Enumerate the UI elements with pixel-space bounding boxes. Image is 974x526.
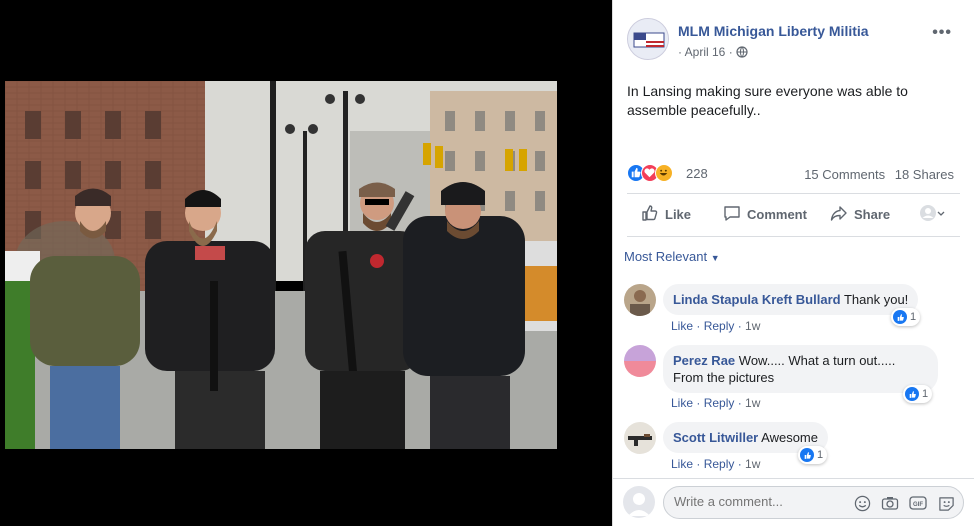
comment-time[interactable]: 1w bbox=[745, 396, 760, 410]
comment-item: Perez Rae Wow..... What a turn out..... … bbox=[624, 345, 964, 415]
like-icon bbox=[905, 387, 919, 401]
share-button[interactable]: Share bbox=[830, 204, 890, 225]
comment-like-badge[interactable]: 1 bbox=[891, 308, 921, 326]
user-avatar-small-icon bbox=[919, 204, 951, 225]
comment-bubble: Perez Rae Wow..... What a turn out..... … bbox=[663, 345, 938, 393]
commenter-avatar[interactable] bbox=[624, 284, 656, 316]
shares-count[interactable]: 18 Shares bbox=[895, 167, 954, 182]
reaction-count[interactable]: 228 bbox=[686, 166, 708, 181]
comment-like-badge[interactable]: 1 bbox=[903, 385, 933, 403]
comment-reply-link[interactable]: Reply bbox=[704, 457, 735, 471]
comment-actions: Like · Reply · 1w bbox=[671, 319, 761, 333]
commenter-avatar[interactable] bbox=[624, 422, 656, 454]
post-panel: MLM Michigan Liberty Militia · April 16 … bbox=[612, 0, 974, 526]
gif-icon[interactable]: GIF bbox=[909, 494, 927, 512]
post-meta-sep: · bbox=[678, 45, 682, 59]
comment-text-line-2: From the pictures bbox=[673, 370, 775, 385]
comment-input[interactable] bbox=[674, 494, 834, 509]
divider bbox=[627, 193, 960, 194]
commenter-avatar[interactable] bbox=[624, 345, 656, 377]
comment-label: Comment bbox=[747, 207, 807, 222]
comment-text: Thank you! bbox=[843, 292, 909, 307]
comment-reply-link[interactable]: Reply bbox=[704, 319, 735, 333]
chevron-down-icon: ▼ bbox=[710, 253, 720, 263]
engagement-counts: 15 Comments 18 Shares bbox=[798, 167, 954, 182]
photo-illustration bbox=[5, 81, 557, 449]
reactions-bar: 228 15 Comments 18 Shares bbox=[627, 163, 960, 183]
svg-text:GIF: GIF bbox=[913, 502, 923, 508]
comment-like-count: 1 bbox=[817, 449, 824, 461]
like-label: Like bbox=[665, 207, 692, 222]
comment-text: Awesome bbox=[761, 430, 818, 445]
post-meta: · April 16 · bbox=[678, 45, 748, 61]
camera-icon[interactable] bbox=[881, 494, 899, 512]
sticker-icon[interactable] bbox=[937, 494, 955, 512]
share-icon bbox=[830, 204, 854, 225]
post-actions: Like Comment Share bbox=[627, 198, 960, 232]
comment-time[interactable]: 1w bbox=[745, 457, 760, 471]
page-avatar-image bbox=[628, 19, 668, 59]
comments-count[interactable]: 15 Comments bbox=[804, 167, 885, 182]
comment-bubble: Linda Stapula Kreft Bullard Thank you! bbox=[663, 284, 919, 315]
comment-time[interactable]: 1w bbox=[745, 319, 760, 333]
comment-author[interactable]: Scott Litwiller bbox=[673, 430, 758, 445]
globe-icon bbox=[736, 46, 748, 61]
sort-label: Most Relevant bbox=[624, 249, 708, 264]
audience-selector[interactable] bbox=[919, 204, 951, 225]
comment-like-badge[interactable]: 1 bbox=[798, 446, 828, 464]
comment-item: Scott Litwiller Awesome 1 Like · Reply ·… bbox=[624, 422, 964, 472]
comment-reply-link[interactable]: Reply bbox=[704, 396, 735, 410]
comment-author[interactable]: Linda Stapula Kreft Bullard bbox=[673, 292, 841, 307]
composer-icons: GIF bbox=[853, 494, 955, 512]
comment-icon bbox=[723, 204, 747, 225]
divider bbox=[627, 236, 960, 237]
post-text: In Lansing making sure everyone was able… bbox=[627, 83, 908, 118]
post-header: MLM Michigan Liberty Militia · April 16 … bbox=[627, 18, 964, 62]
comment-actions: Like · Reply · 1w bbox=[671, 457, 761, 471]
like-button[interactable]: Like bbox=[641, 204, 691, 225]
photo-viewer bbox=[0, 0, 612, 526]
like-icon bbox=[800, 448, 814, 462]
like-icon bbox=[893, 310, 907, 324]
comment-sort-dropdown[interactable]: Most Relevant ▼ bbox=[624, 249, 720, 264]
comment-like-link[interactable]: Like bbox=[671, 319, 693, 333]
comment-button[interactable]: Comment bbox=[723, 204, 807, 225]
divider bbox=[613, 478, 974, 479]
like-icon bbox=[641, 204, 665, 225]
more-icon[interactable]: ••• bbox=[932, 24, 952, 42]
page-avatar[interactable] bbox=[627, 18, 669, 60]
comment-actions: Like · Reply · 1w bbox=[671, 396, 761, 410]
emoji-icon[interactable] bbox=[853, 494, 871, 512]
current-user-avatar bbox=[623, 486, 655, 518]
comment-author[interactable]: Perez Rae bbox=[673, 353, 735, 368]
share-label: Share bbox=[854, 207, 891, 222]
comment-text: Wow..... What a turn out..... bbox=[738, 353, 896, 368]
comment-like-count: 1 bbox=[910, 311, 917, 323]
comment-like-link[interactable]: Like bbox=[671, 457, 693, 471]
comment-item: Linda Stapula Kreft Bullard Thank you! 1… bbox=[624, 284, 964, 334]
comment-composer: GIF bbox=[623, 484, 964, 520]
post-date[interactable]: April 16 bbox=[685, 45, 726, 59]
reaction-icons[interactable] bbox=[627, 163, 681, 183]
post-meta-sep-2: · bbox=[728, 45, 733, 59]
comment-input-box[interactable]: GIF bbox=[663, 486, 964, 519]
post-photo[interactable] bbox=[5, 81, 557, 449]
facebook-photo-viewer: MLM Michigan Liberty Militia · April 16 … bbox=[0, 0, 974, 526]
haha-reaction-icon bbox=[655, 164, 673, 182]
page-name[interactable]: MLM Michigan Liberty Militia bbox=[678, 23, 869, 39]
comment-like-count: 1 bbox=[922, 388, 929, 400]
comment-like-link[interactable]: Like bbox=[671, 396, 693, 410]
